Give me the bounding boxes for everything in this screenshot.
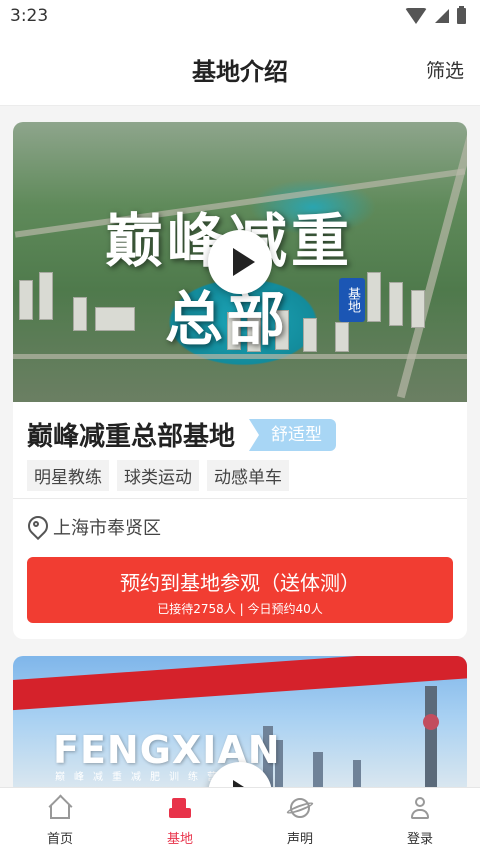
battery-icon xyxy=(457,6,466,24)
red-banner xyxy=(13,656,467,713)
location-text: 上海市奉贤区 xyxy=(53,518,161,539)
tower-orb xyxy=(423,714,439,730)
base-video-thumbnail[interactable]: FENGXIAN 巅峰减重减肥训练营 xyxy=(13,656,467,796)
app-header: 基地介绍 筛选 xyxy=(0,32,480,106)
status-icons xyxy=(405,6,466,24)
hero-subtitle: 巅峰减重减肥训练营 xyxy=(55,772,226,783)
nav-item-declaration[interactable]: 声明 xyxy=(240,788,360,853)
nav-item-base[interactable]: 基地 xyxy=(120,788,240,853)
book-visit-label: 预约到基地参观（送体测） xyxy=(120,571,360,595)
nav-label: 登录 xyxy=(406,832,433,847)
page-title: 基地介绍 xyxy=(192,58,288,86)
nav-label: 基地 xyxy=(166,832,193,847)
play-icon[interactable] xyxy=(208,230,272,294)
bottom-nav: 首页 基地 声明 登录 xyxy=(0,787,480,853)
nav-label: 声明 xyxy=(286,832,313,847)
divider xyxy=(13,498,467,499)
signal-icon xyxy=(435,9,449,23)
skyline-tower xyxy=(425,686,437,796)
book-visit-stats: 已接待2758人 | 今日预约40人 xyxy=(157,602,323,616)
location-row: 上海市奉贤区 xyxy=(27,514,161,540)
feature-tag: 明星教练 xyxy=(27,460,109,491)
base-name: 巅峰减重总部基地 xyxy=(27,422,236,452)
user-icon xyxy=(407,796,433,820)
feature-tag: 动感单车 xyxy=(207,460,289,491)
filter-button[interactable]: 筛选 xyxy=(426,56,464,83)
home-icon xyxy=(47,796,73,820)
wifi-icon xyxy=(405,8,427,24)
nav-label: 首页 xyxy=(46,832,73,847)
feature-tag: 球类运动 xyxy=(117,460,199,491)
location-pin-icon xyxy=(27,516,45,538)
feature-tags: 明星教练 球类运动 动感单车 xyxy=(27,460,289,491)
status-time: 3:23 xyxy=(10,6,49,26)
base-card[interactable]: FENGXIAN 巅峰减重减肥训练营 xyxy=(13,656,467,796)
status-bar: 3:23 xyxy=(0,0,480,32)
planet-icon xyxy=(287,796,313,820)
nav-item-login[interactable]: 登录 xyxy=(360,788,480,853)
nav-item-home[interactable]: 首页 xyxy=(0,788,120,853)
hero-tag: 基地 xyxy=(339,278,365,322)
type-badge: 舒适型 xyxy=(249,418,337,451)
base-name-row: 巅峰减重总部基地 舒适型 xyxy=(27,416,337,453)
building-icon xyxy=(167,796,193,820)
base-card[interactable]: 巅峰减重 总部 基地 巅峰减重总部基地 舒适型 明星教练 球类运动 动感单车 上… xyxy=(13,122,467,639)
base-video-thumbnail[interactable]: 巅峰减重 总部 基地 xyxy=(13,122,467,402)
book-visit-button[interactable]: 预约到基地参观（送体测） 已接待2758人 | 今日预约40人 xyxy=(27,557,453,623)
